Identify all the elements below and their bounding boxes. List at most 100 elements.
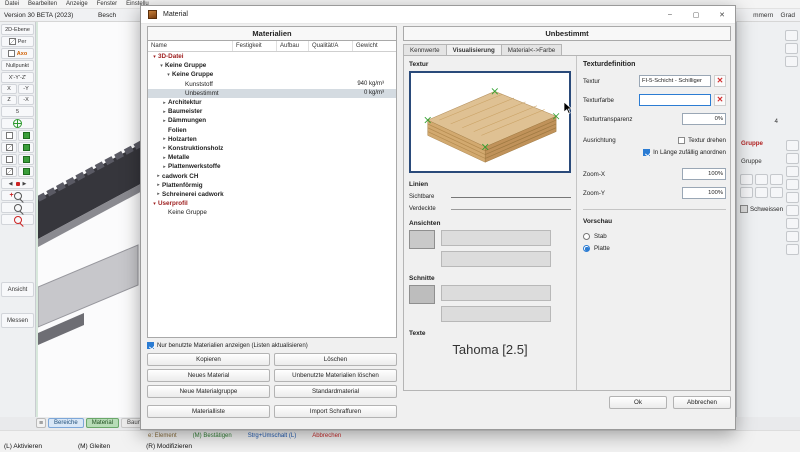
dock-icon-button[interactable] bbox=[786, 179, 799, 190]
schweissen-row[interactable]: Schweissen bbox=[740, 205, 783, 213]
ansichten-fill-sample[interactable] bbox=[441, 251, 551, 267]
platte-radio[interactable] bbox=[583, 245, 590, 252]
cancel-button[interactable]: Abbrechen bbox=[673, 396, 731, 409]
tree-item-cadwork-ch[interactable]: ▸cadwork CH bbox=[148, 171, 396, 180]
expand-icon[interactable]: ▸ bbox=[161, 118, 168, 124]
expand-icon[interactable]: ▾ bbox=[165, 72, 172, 78]
standard-material-button[interactable]: Standardmaterial bbox=[274, 385, 397, 398]
minimize-icon[interactable]: – bbox=[657, 6, 683, 24]
previous-view-icon[interactable]: ◀ bbox=[9, 181, 13, 187]
dock-icon-button[interactable] bbox=[755, 187, 768, 198]
menu-bearbeiten[interactable]: Bearbeiten bbox=[28, 1, 57, 7]
globe-button[interactable] bbox=[1, 118, 34, 129]
tree-item-konstruktionsholz[interactable]: ▸Konstruktionsholz bbox=[148, 144, 396, 153]
wireframe-button[interactable] bbox=[1, 130, 17, 141]
column-festigkeit[interactable]: Festigkeit bbox=[232, 41, 276, 51]
ansichten-hatch-swatch[interactable] bbox=[409, 230, 435, 249]
tree-item-metalle[interactable]: ▸Metalle bbox=[148, 153, 396, 162]
2d-plane-button[interactable]: 2D-Ebene bbox=[1, 24, 34, 35]
expand-icon[interactable]: ▸ bbox=[161, 155, 168, 161]
group-label[interactable]: Gruppe bbox=[741, 158, 762, 165]
group-label-red[interactable]: Gruppe bbox=[741, 140, 763, 147]
expand-icon[interactable]: ▸ bbox=[155, 182, 162, 188]
column-aufbau[interactable]: Aufbau bbox=[276, 41, 308, 51]
schnitte-fill-sample[interactable] bbox=[441, 285, 551, 301]
hidden-lines-row[interactable]: Verdeckte bbox=[409, 206, 571, 212]
dock-icon-button[interactable] bbox=[786, 244, 799, 255]
font-sample[interactable]: Tahoma [2.5] bbox=[409, 342, 571, 357]
tree-item-keine-gruppe-1[interactable]: ▾Keine Gruppe bbox=[148, 61, 396, 70]
expand-icon[interactable]: ▸ bbox=[161, 164, 168, 170]
view-button[interactable]: Ansicht bbox=[1, 282, 34, 297]
tree-item-schreinerei-cadwork[interactable]: ▸Schreinerei cadwork bbox=[148, 190, 396, 199]
expand-icon[interactable]: ▾ bbox=[151, 201, 158, 207]
perspective-button[interactable]: Per bbox=[1, 36, 34, 47]
material-list-button[interactable]: Materialliste bbox=[147, 405, 270, 418]
expand-icon[interactable]: ▸ bbox=[161, 109, 168, 115]
tree-item-userprofil[interactable]: ▾Userprofil bbox=[148, 199, 396, 208]
dock-icon-button[interactable] bbox=[786, 231, 799, 242]
hidden-lines-button[interactable] bbox=[1, 142, 17, 153]
maximize-icon[interactable]: ▢ bbox=[683, 6, 709, 24]
zoom-all-button[interactable] bbox=[1, 214, 34, 225]
tree-item-architektur[interactable]: ▸Architektur bbox=[148, 98, 396, 107]
shaded-button[interactable] bbox=[18, 130, 34, 141]
tree-item-folien[interactable]: Folien bbox=[148, 126, 396, 135]
column-name[interactable]: Name bbox=[148, 41, 232, 51]
visible-lines-row[interactable]: Sichtbare bbox=[409, 194, 571, 200]
expand-icon[interactable]: ▾ bbox=[151, 54, 158, 60]
textur-drehen-option[interactable]: Textur drehen bbox=[678, 137, 726, 144]
filter-checkbox-row[interactable]: Nur benutzte Materialien anzeigen (Liste… bbox=[147, 342, 397, 349]
column-gewicht[interactable]: Gewicht bbox=[352, 41, 396, 51]
tree-item-daemmungen[interactable]: ▸Dämmungen bbox=[148, 116, 396, 125]
schnitte-hatch-swatch[interactable] bbox=[409, 285, 435, 304]
platte-option[interactable]: Platte bbox=[583, 245, 726, 252]
schnitte-fill-sample[interactable] bbox=[441, 306, 551, 322]
delete-button[interactable]: Löschen bbox=[274, 353, 397, 366]
column-qualitaet[interactable]: Qualität/A bbox=[308, 41, 352, 51]
new-material-group-button[interactable]: Neue Materialgruppe bbox=[147, 385, 270, 398]
dock-icon-button[interactable] bbox=[755, 174, 768, 185]
expand-icon[interactable]: ▾ bbox=[158, 63, 165, 69]
shaded-edges-button[interactable] bbox=[18, 142, 34, 153]
menu-fenster[interactable]: Fenster bbox=[97, 1, 117, 7]
tree-item-holzarten[interactable]: ▸Holzarten bbox=[148, 135, 396, 144]
dock-icon-button[interactable] bbox=[785, 30, 798, 41]
zufall-option[interactable]: In Länge zufällig anordnen bbox=[643, 149, 726, 156]
view-step-row[interactable]: ◀ ▶ bbox=[1, 178, 34, 189]
expand-icon[interactable]: ▸ bbox=[161, 145, 168, 151]
expand-icon[interactable]: ▸ bbox=[155, 191, 162, 197]
tree-item-baumeister[interactable]: ▸Baumeister bbox=[148, 107, 396, 116]
transparenz-input[interactable] bbox=[682, 113, 726, 125]
tree-item-keine-gruppe-2[interactable]: ▾Keine Gruppe bbox=[148, 70, 396, 79]
tab-material[interactable]: Material bbox=[86, 418, 119, 428]
section-mode-button[interactable] bbox=[1, 166, 17, 177]
stab-radio[interactable] bbox=[583, 233, 590, 240]
texture-mode-button[interactable] bbox=[1, 154, 17, 165]
zoom-y-input[interactable] bbox=[682, 187, 726, 199]
texture-preview[interactable] bbox=[409, 71, 571, 173]
clear-texture-icon[interactable]: ✕ bbox=[714, 75, 726, 87]
tree-item-3d-datei[interactable]: ▾3D-Datei bbox=[148, 52, 396, 61]
axis-x-button[interactable]: X bbox=[1, 84, 17, 94]
expand-icon[interactable]: ▸ bbox=[161, 100, 168, 106]
clear-texture-color-icon[interactable]: ✕ bbox=[714, 94, 726, 106]
dock-icon-button[interactable] bbox=[740, 174, 753, 185]
close-icon[interactable]: ✕ bbox=[709, 6, 735, 24]
solid-mode-button[interactable] bbox=[18, 166, 34, 177]
textur-input[interactable] bbox=[639, 75, 711, 87]
tree-item-keine-gruppe-3[interactable]: Keine Gruppe bbox=[148, 208, 396, 217]
next-view-icon[interactable]: ▶ bbox=[23, 181, 27, 187]
tab-bereiche[interactable]: Bereiche bbox=[48, 418, 84, 428]
filter-checkbox[interactable] bbox=[147, 342, 154, 349]
zoom-window-button[interactable] bbox=[1, 202, 34, 213]
dock-icon-button[interactable] bbox=[786, 153, 799, 164]
render-button[interactable] bbox=[18, 154, 34, 165]
axis-neg-x-button[interactable]: -X bbox=[18, 95, 34, 105]
dock-icon-button[interactable] bbox=[786, 166, 799, 177]
expand-icon[interactable]: ▸ bbox=[161, 136, 168, 142]
ansichten-fill-sample[interactable] bbox=[441, 230, 551, 246]
dock-icon-button[interactable] bbox=[786, 218, 799, 229]
tree-item-unbestimmt[interactable]: Unbestimmt0 kg/m³ bbox=[148, 89, 396, 98]
measure-button[interactable]: Messen bbox=[1, 313, 34, 328]
